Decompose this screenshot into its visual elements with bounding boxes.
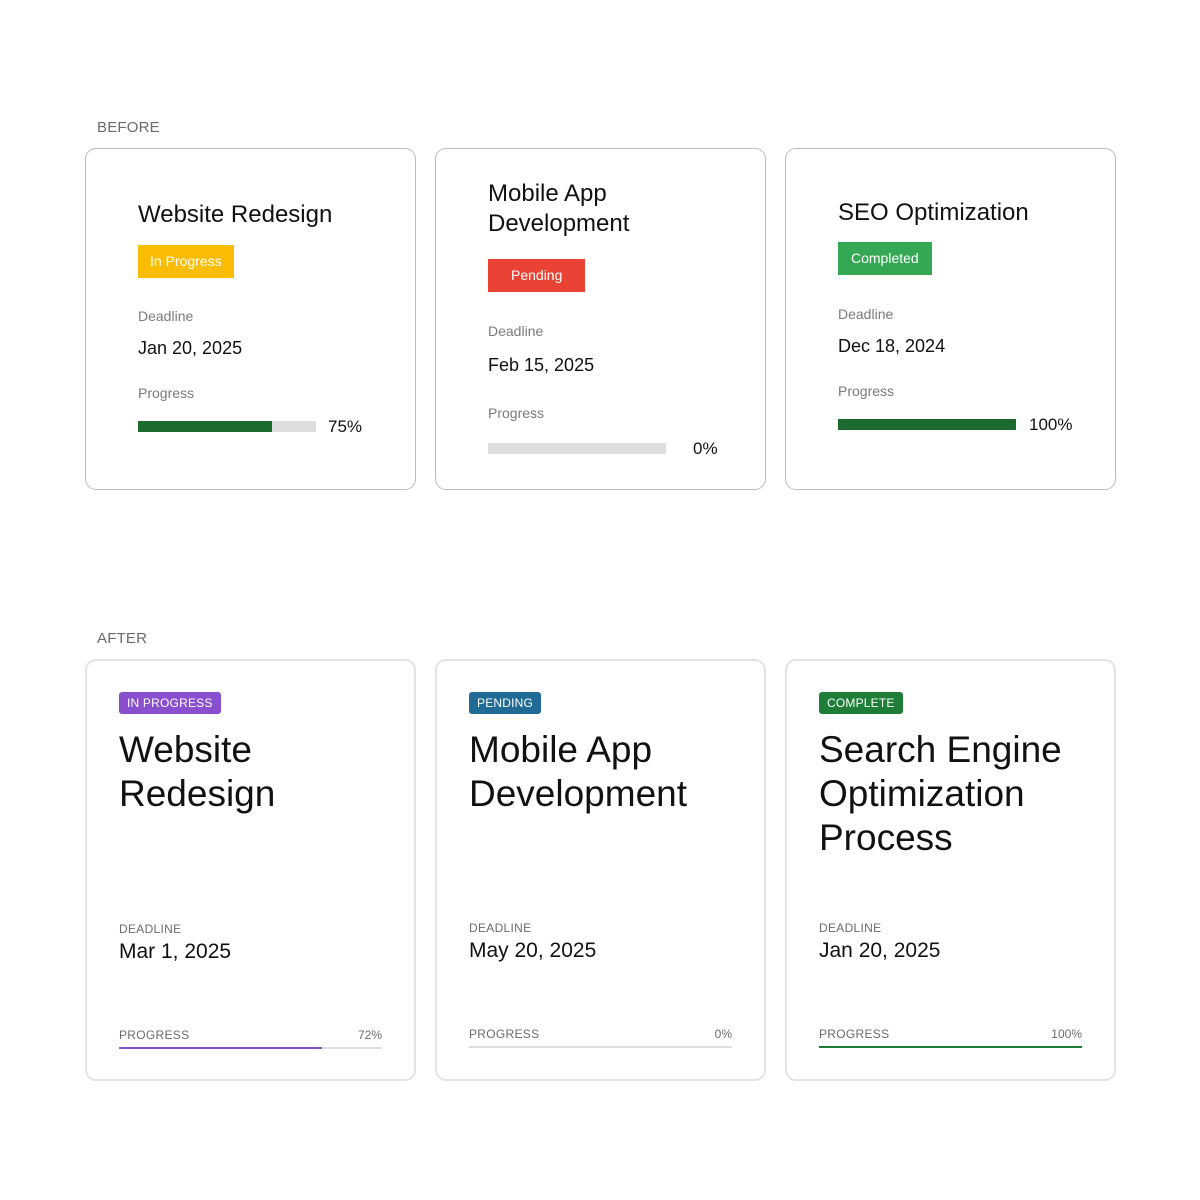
section-label-after: AFTER [97, 630, 148, 647]
deadline-value: Jan 20, 2025 [819, 939, 941, 962]
progress-bar-fill [138, 421, 272, 432]
progress-percent: 0% [714, 1027, 732, 1041]
before-card-seo[interactable]: SEO Optimization Completed Deadline Dec … [785, 148, 1116, 490]
deadline-label: DEADLINE [469, 921, 532, 935]
status-badge: In Progress [138, 245, 234, 278]
progress-bar-fill [119, 1047, 322, 1049]
progress-label: PROGRESS [119, 1028, 190, 1042]
progress-bar [819, 1046, 1082, 1048]
progress-bar-fill [819, 1046, 1082, 1048]
progress-percent: 72% [357, 1028, 382, 1042]
section-label-before: BEFORE [97, 119, 160, 136]
progress-label: Progress [838, 383, 895, 399]
deadline-label: DEADLINE [119, 922, 182, 936]
status-badge: Pending [488, 259, 586, 292]
progress-bar-fill [838, 419, 1016, 430]
after-card-mobile-app[interactable]: PENDING Mobile App Development DEADLINE … [435, 659, 766, 1081]
deadline-label: Deadline [488, 323, 544, 339]
progress-bar [488, 443, 666, 454]
deadline-value: Dec 18, 2024 [838, 336, 946, 356]
deadline-value: Feb 15, 2025 [488, 355, 595, 375]
progress-bar [119, 1047, 382, 1049]
progress-percent: 0% [693, 439, 718, 458]
before-card-website-redesign[interactable]: Website Redesign In Progress Deadline Ja… [85, 148, 416, 490]
progress-bar [838, 419, 1016, 430]
after-card-seo[interactable]: COMPLETE Search Engine Optimization Proc… [785, 659, 1116, 1081]
progress-bar [469, 1046, 732, 1048]
status-badge: IN PROGRESS [119, 692, 221, 714]
progress-label: PROGRESS [469, 1027, 540, 1041]
deadline-value: Mar 1, 2025 [119, 940, 232, 963]
progress-label: Progress [488, 405, 545, 421]
deadline-label: Deadline [838, 306, 894, 322]
progress-label: PROGRESS [819, 1027, 890, 1041]
card-title: Mobile App Development [488, 180, 630, 237]
progress-bar [138, 421, 316, 432]
status-badge: Completed [838, 242, 932, 275]
status-badge: PENDING [469, 692, 542, 714]
deadline-label: Deadline [138, 308, 194, 324]
deadline-label: DEADLINE [819, 921, 882, 935]
progress-percent: 75% [328, 417, 363, 436]
progress-percent: 100% [1029, 415, 1073, 434]
card-title: SEO Optimization [838, 199, 1029, 226]
card-title: Website Redesign [119, 729, 276, 814]
card-title: Search Engine Optimization Process [819, 729, 1062, 858]
card-title: Mobile App Development [469, 729, 688, 814]
status-badge: COMPLETE [819, 692, 903, 714]
before-card-mobile-app[interactable]: Mobile App Development Pending Deadline … [435, 148, 766, 490]
after-card-website-redesign[interactable]: IN PROGRESS Website Redesign DEADLINE Ma… [85, 659, 416, 1081]
deadline-value: Jan 20, 2025 [138, 338, 243, 358]
progress-percent: 100% [1051, 1027, 1082, 1041]
card-title: Website Redesign [138, 201, 333, 228]
progress-label: Progress [138, 385, 195, 401]
deadline-value: May 20, 2025 [469, 939, 597, 962]
